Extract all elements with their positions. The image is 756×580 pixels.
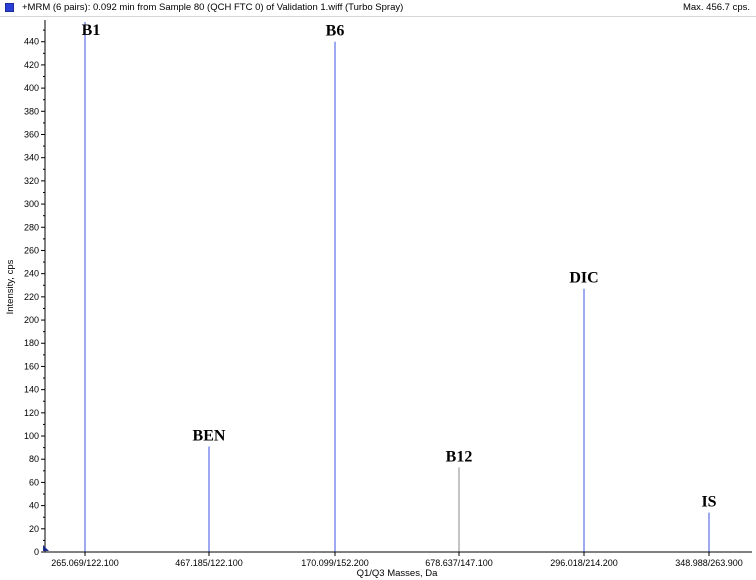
y-tick-label: 420: [24, 60, 39, 70]
peak-label: B1: [82, 22, 101, 39]
y-tick-label: 40: [29, 501, 39, 511]
y-tick-label: 260: [24, 245, 39, 255]
y-tick-label: 0: [34, 547, 39, 557]
y-tick-label: 200: [24, 315, 39, 325]
x-tick-label: 170.099/152.200: [301, 558, 369, 568]
y-tick-label: 400: [24, 83, 39, 93]
y-tick-label: 220: [24, 292, 39, 302]
x-axis-title: Q1/Q3 Masses, Da: [357, 568, 438, 579]
peak-sticks: [84, 22, 710, 552]
x-tick-label: 678.637/147.100: [425, 558, 493, 568]
y-axis-title: Intensity, cps: [5, 259, 16, 314]
y-tick-label: 300: [24, 199, 39, 209]
peak-label: IS: [701, 494, 716, 511]
x-axis-ticks: 265.069/122.100 467.185/122.100 170.099/15…: [51, 552, 743, 568]
peak-label: BEN: [193, 427, 226, 444]
y-axis-ticks: 0 20 40 60 80 100 120 140 160 180 200 220 240 260 280 3…: [24, 29, 45, 557]
mrm-chart: 0 20 40 60 80 100 120 140 160 180 200 220 240 260 280 3…: [5, 20, 752, 579]
x-tick-label: 348.988/263.900: [675, 558, 743, 568]
peak-label: B6: [326, 23, 345, 40]
y-tick-label: 440: [24, 37, 39, 47]
y-tick-label: 60: [29, 477, 39, 487]
y-tick-label: 20: [29, 524, 39, 534]
y-tick-label: 340: [24, 153, 39, 163]
y-tick-label: 80: [29, 454, 39, 464]
y-tick-label: 280: [24, 222, 39, 232]
peak-labels: B1 BEN B6 B12 DIC IS: [82, 22, 717, 511]
y-tick-label: 180: [24, 338, 39, 348]
y-tick-label: 360: [24, 129, 39, 139]
y-tick-label: 100: [24, 431, 39, 441]
y-tick-label: 240: [24, 269, 39, 279]
y-tick-label: 140: [24, 385, 39, 395]
peak-label: DIC: [569, 270, 598, 287]
peak-label: B12: [446, 448, 473, 465]
y-tick-label: 380: [24, 106, 39, 116]
x-tick-label: 265.069/122.100: [51, 558, 119, 568]
x-tick-label: 467.185/122.100: [175, 558, 243, 568]
y-tick-label: 160: [24, 361, 39, 371]
y-tick-label: 320: [24, 176, 39, 186]
cursor-corner-icon: [43, 545, 49, 551]
y-tick-label: 120: [24, 408, 39, 418]
x-tick-label: 296.018/214.200: [550, 558, 618, 568]
